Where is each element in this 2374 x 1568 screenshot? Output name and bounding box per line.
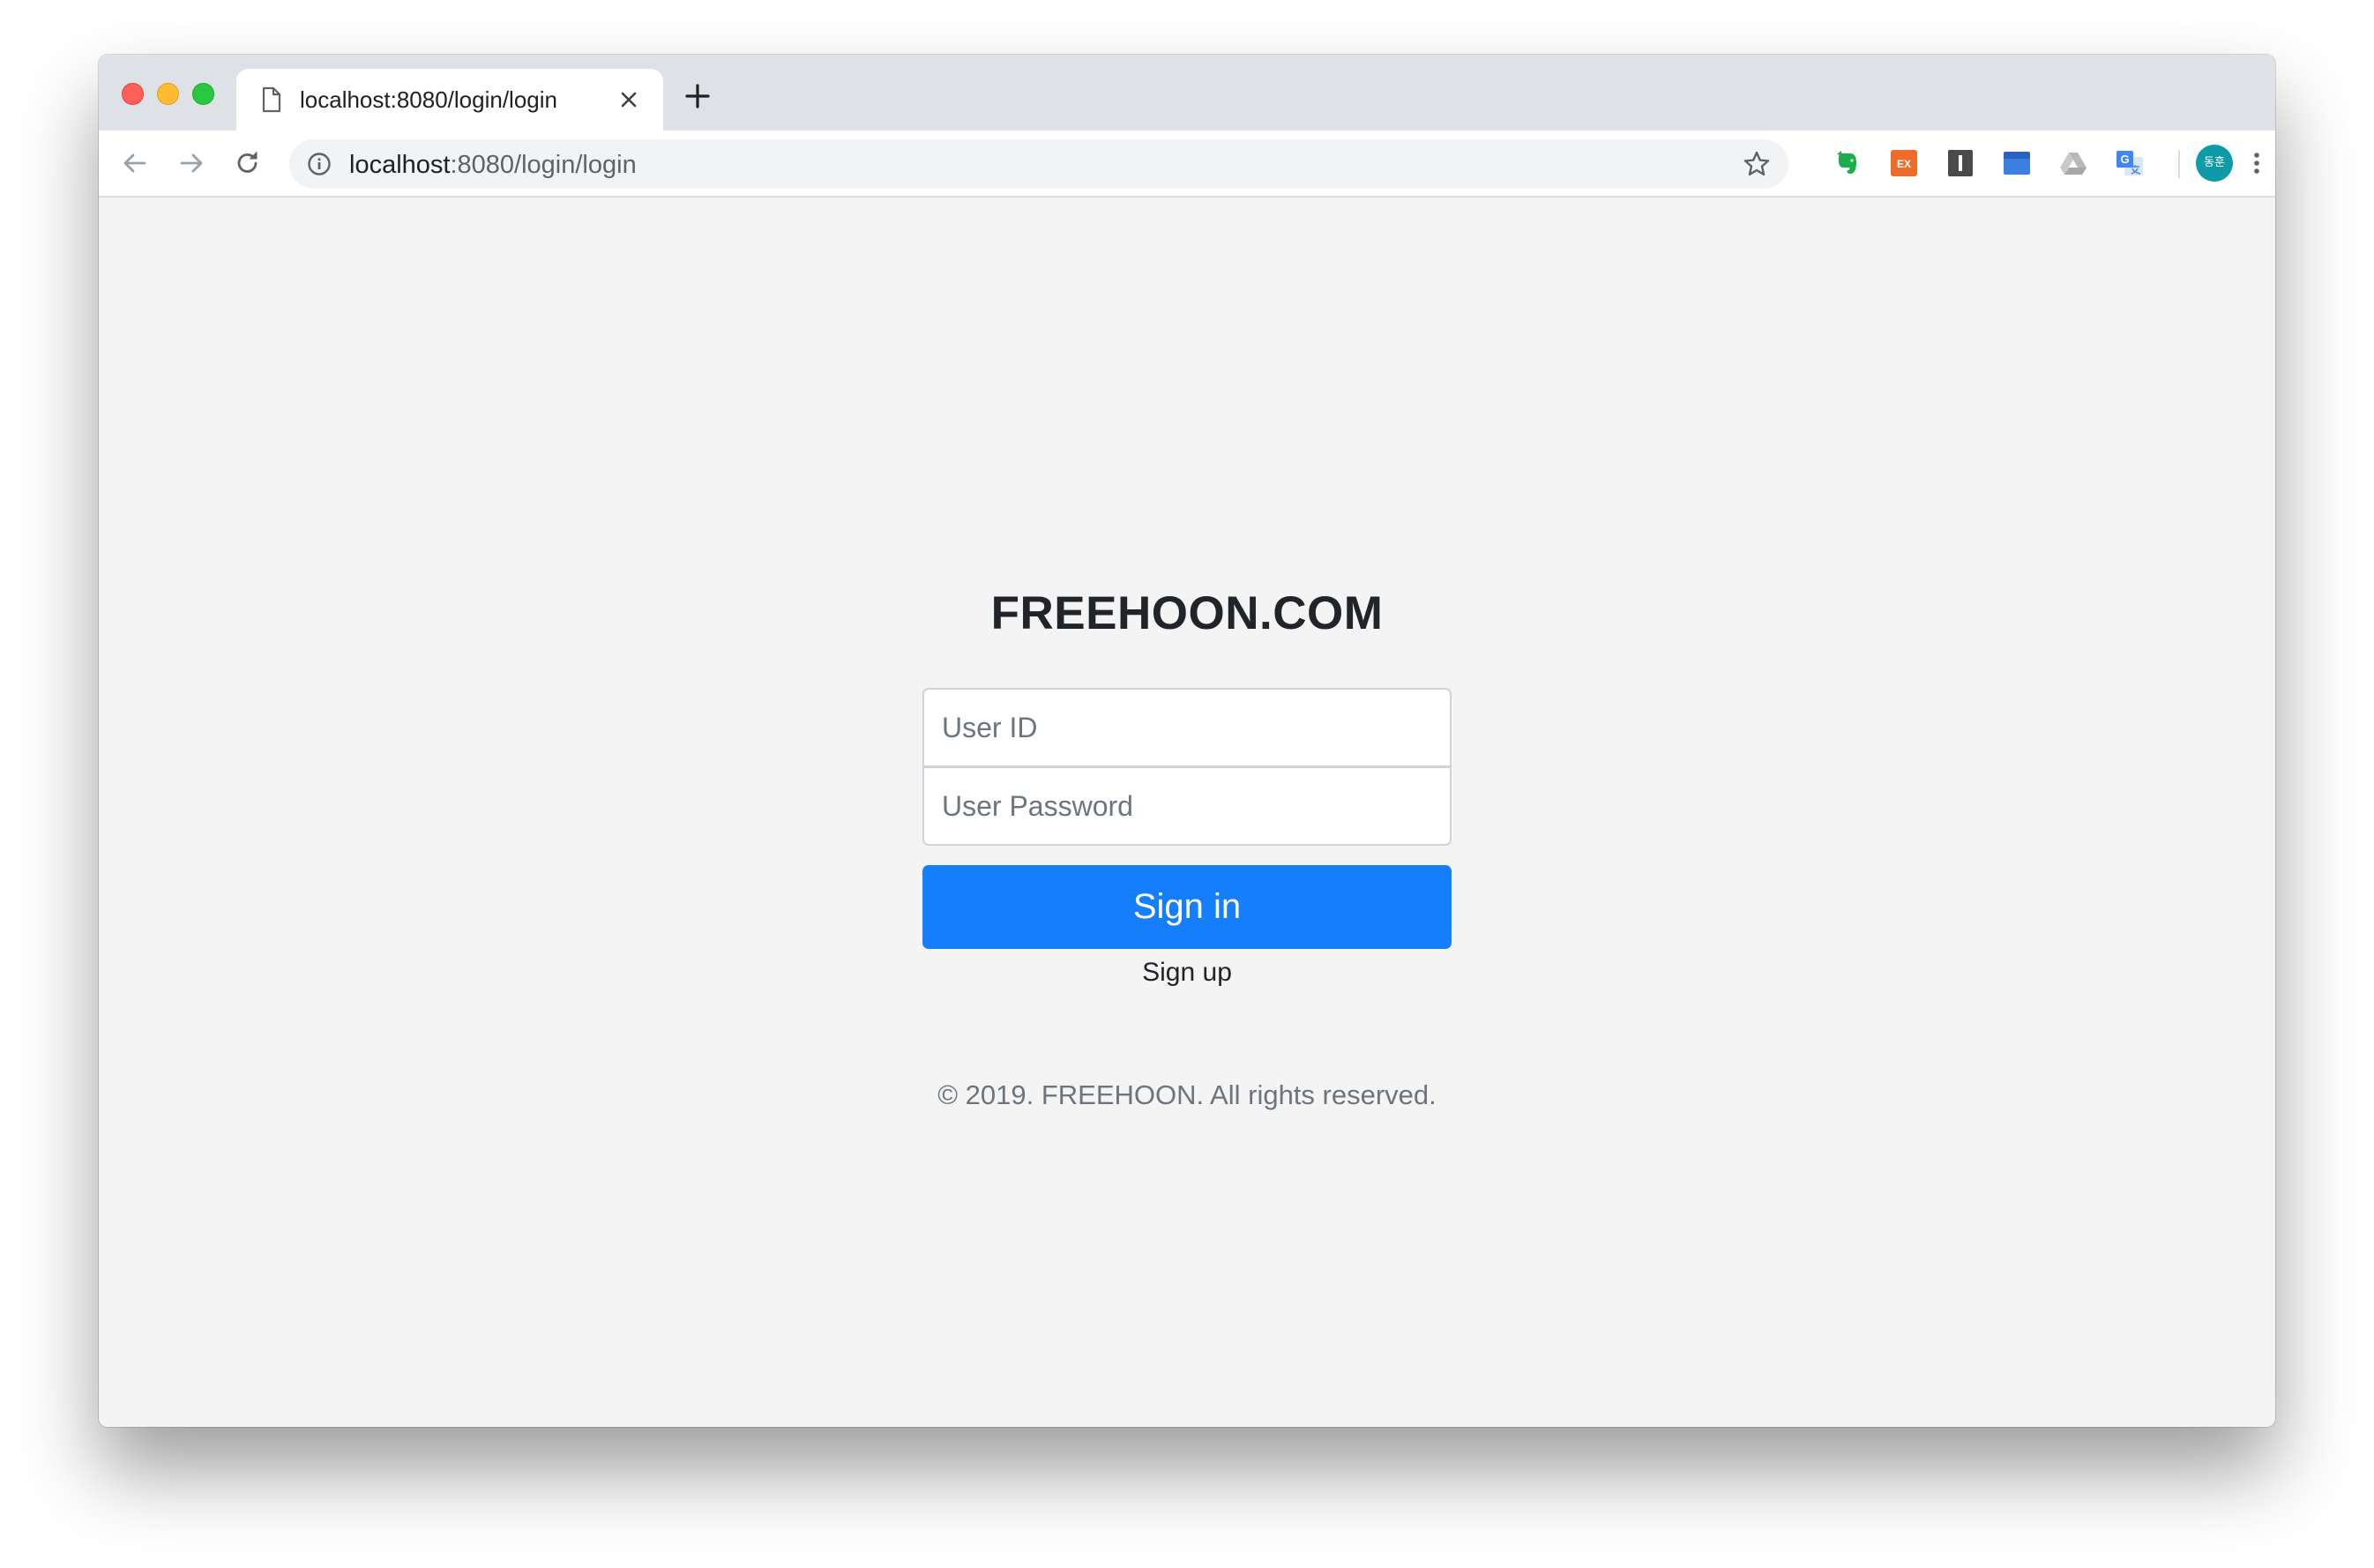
- minimize-window-button[interactable]: [157, 83, 179, 105]
- reload-icon[interactable]: [233, 148, 263, 178]
- forward-arrow-icon[interactable]: [176, 148, 206, 178]
- tab-strip: localhost:8080/login/login: [99, 55, 2275, 131]
- ex-extension-icon[interactable]: EX: [1889, 148, 1919, 178]
- user-id-input[interactable]: [922, 688, 1452, 767]
- google-translate-icon[interactable]: G: [2115, 148, 2145, 178]
- maximize-window-button[interactable]: [192, 83, 214, 105]
- bookmark-star-icon[interactable]: [1743, 150, 1771, 178]
- box-icon[interactable]: [2002, 148, 2032, 178]
- google-drive-icon[interactable]: [2058, 148, 2088, 178]
- svg-text:G: G: [2120, 153, 2129, 166]
- toolbar-separator: [2178, 150, 2180, 178]
- close-window-button[interactable]: [122, 83, 144, 105]
- site-brand-title: FREEHOON.COM: [990, 587, 1384, 639]
- page-icon: [262, 86, 281, 113]
- instapaper-icon[interactable]: [1945, 148, 1975, 178]
- profile-avatar[interactable]: 동훈: [2196, 145, 2233, 182]
- browser-tab[interactable]: localhost:8080/login/login: [236, 69, 663, 131]
- new-tab-icon[interactable]: [684, 83, 711, 109]
- kebab-menu-icon[interactable]: [2242, 148, 2272, 178]
- browser-window: localhost:8080/login/login localhost:808…: [99, 55, 2275, 1427]
- browser-toolbar: localhost:8080/login/login EX G 동훈: [99, 131, 2275, 198]
- evernote-icon[interactable]: [1833, 148, 1863, 178]
- url-text[interactable]: localhost:8080/login/login: [349, 151, 637, 180]
- svg-text:EX: EX: [1897, 158, 1911, 170]
- site-info-icon[interactable]: [307, 152, 332, 176]
- login-form: Sign in Sign up: [922, 688, 1452, 988]
- sign-in-button[interactable]: Sign in: [922, 865, 1452, 949]
- sign-up-link[interactable]: Sign up: [922, 958, 1452, 988]
- user-password-input[interactable]: [922, 766, 1452, 846]
- close-tab-icon[interactable]: [617, 88, 640, 111]
- page-viewport: FREEHOON.COM Sign in Sign up © 2019. FRE…: [99, 198, 2275, 1427]
- back-arrow-icon[interactable]: [120, 148, 150, 178]
- copyright-footer: © 2019. FREEHOON. All rights reserved.: [937, 1079, 1437, 1110]
- address-bar[interactable]: localhost:8080/login/login: [289, 139, 1788, 189]
- tab-title: localhost:8080/login/login: [300, 86, 557, 113]
